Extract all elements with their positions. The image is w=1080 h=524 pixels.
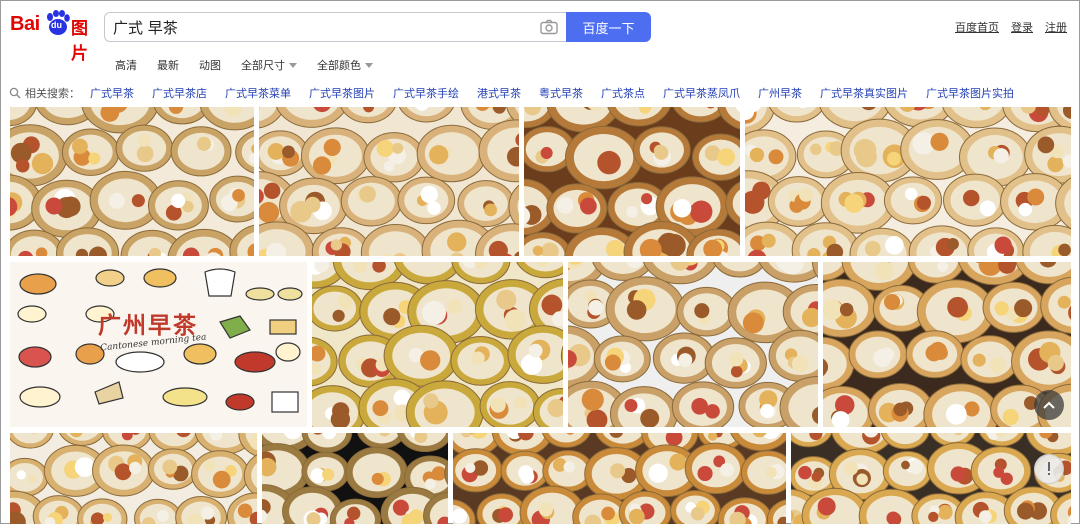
search-icon bbox=[9, 87, 21, 99]
dim-sum-photo bbox=[262, 433, 448, 524]
dim-sum-photo bbox=[568, 262, 818, 427]
image-result-illustration[interactable]: 广州早茶 Cantonese morning tea bbox=[10, 262, 307, 427]
related-term[interactable]: 广式早茶 bbox=[90, 85, 134, 101]
top-links: 百度首页 登录 注册 bbox=[955, 19, 1067, 35]
link-login[interactable]: 登录 bbox=[1011, 19, 1033, 35]
dim-sum-photo bbox=[10, 433, 257, 524]
image-result-photo[interactable] bbox=[453, 433, 786, 524]
filter-bar: 高清 最新 动图 全部尺寸 全部颜色 bbox=[115, 57, 393, 73]
related-term[interactable]: 广式早茶图片实拍 bbox=[926, 85, 1014, 101]
image-result-photo[interactable] bbox=[312, 262, 563, 427]
filter-hd[interactable]: 高清 bbox=[115, 57, 137, 73]
related-term[interactable]: 粤式早茶 bbox=[539, 85, 583, 101]
dim-sum-photo bbox=[524, 107, 740, 256]
related-term[interactable]: 广式茶点 bbox=[601, 85, 645, 101]
filter-animated[interactable]: 动图 bbox=[199, 57, 221, 73]
image-result-photo[interactable] bbox=[745, 107, 1071, 256]
dim-sum-photo bbox=[453, 433, 786, 524]
link-register[interactable]: 注册 bbox=[1045, 19, 1067, 35]
filter-color-dropdown[interactable]: 全部颜色 bbox=[317, 57, 373, 73]
caret-down-icon bbox=[289, 62, 297, 68]
link-baidu-home[interactable]: 百度首页 bbox=[955, 19, 999, 35]
image-result-photo[interactable] bbox=[524, 107, 740, 256]
image-result-photo[interactable] bbox=[791, 433, 1071, 524]
related-term[interactable]: 广式早茶手绘 bbox=[393, 85, 459, 101]
baidu-logo[interactable]: Bai du 图片 bbox=[10, 9, 100, 64]
dim-sum-photo bbox=[259, 107, 519, 256]
filter-size-dropdown[interactable]: 全部尺寸 bbox=[241, 57, 297, 73]
feedback-button[interactable] bbox=[1034, 454, 1064, 484]
filter-latest[interactable]: 最新 bbox=[157, 57, 179, 73]
scroll-to-top-button[interactable] bbox=[1034, 390, 1064, 420]
dim-sum-photo bbox=[10, 107, 254, 256]
image-result-photo[interactable] bbox=[10, 433, 257, 524]
related-label: 相关搜索： bbox=[25, 87, 80, 100]
search-input[interactable] bbox=[113, 13, 533, 41]
related-term[interactable]: 广式早茶真实图片 bbox=[820, 85, 908, 101]
dim-sum-photo bbox=[745, 107, 1071, 256]
image-result-photo[interactable] bbox=[262, 433, 448, 524]
dim-sum-photo bbox=[791, 433, 1071, 524]
image-result-photo[interactable] bbox=[259, 107, 519, 256]
related-term[interactable]: 广式早茶菜单 bbox=[225, 85, 291, 101]
chevron-up-icon bbox=[1043, 401, 1055, 409]
header: Bai du 图片 百度一下 百度首页 登录 注册 bbox=[1, 1, 1079, 64]
related-searches: 相关搜索： 广式早茶 广式早茶店 广式早茶菜单 广式早茶图片 广式早茶手绘 港式… bbox=[9, 85, 1032, 101]
related-term[interactable]: 广式早茶店 bbox=[152, 85, 207, 101]
logo-tupian: 图片 bbox=[71, 19, 88, 64]
exclamation-icon bbox=[1048, 462, 1050, 475]
related-term[interactable]: 广州早茶 bbox=[758, 85, 802, 101]
related-term[interactable]: 港式早茶 bbox=[477, 85, 521, 101]
logo-du: du bbox=[51, 20, 62, 30]
camera-icon[interactable] bbox=[540, 19, 558, 35]
caret-down-icon bbox=[365, 62, 373, 68]
search-button[interactable]: 百度一下 bbox=[566, 12, 651, 42]
related-term[interactable]: 广式早茶蒸凤爪 bbox=[663, 85, 740, 101]
dim-sum-photo bbox=[312, 262, 563, 427]
image-result-photo[interactable] bbox=[10, 107, 254, 256]
image-result-photo[interactable] bbox=[568, 262, 818, 427]
related-term[interactable]: 广式早茶图片 bbox=[309, 85, 375, 101]
logo-bai: Bai bbox=[10, 13, 40, 35]
search-box bbox=[104, 12, 566, 42]
